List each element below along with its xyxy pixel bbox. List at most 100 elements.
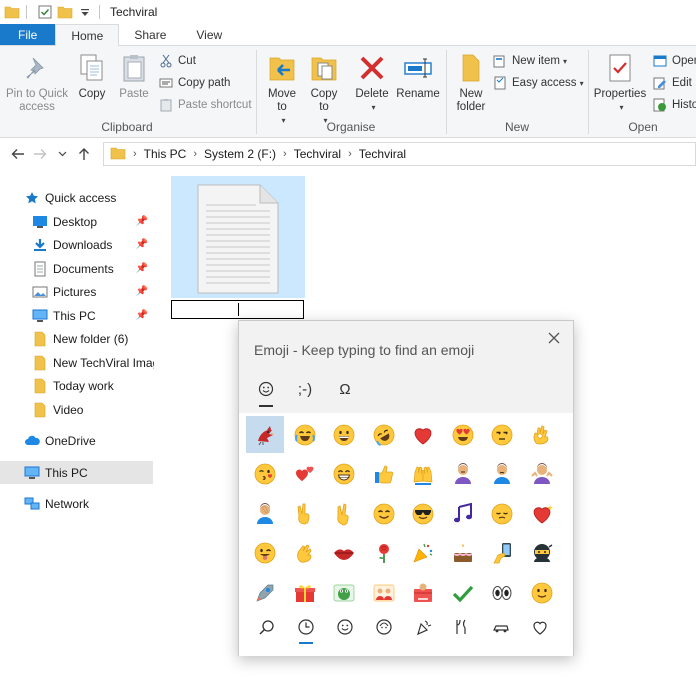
emoji-sparkling-heart[interactable] <box>523 495 561 532</box>
smiley-icon[interactable] <box>254 378 278 407</box>
emoji-music-notes[interactable] <box>444 495 482 532</box>
tab-view[interactable]: View <box>181 24 237 45</box>
emoji-family-card[interactable] <box>365 574 403 611</box>
properties-icon[interactable] <box>37 4 53 20</box>
emoji-pensive[interactable] <box>483 495 521 532</box>
nav-item-new-folder-6[interactable]: New folder (6) <box>32 327 154 350</box>
pin-icon[interactable]: 📌 <box>136 286 148 297</box>
emoji-two-hearts[interactable] <box>286 456 324 493</box>
emoji-slight-smile[interactable] <box>523 574 561 611</box>
back-arrow-icon[interactable] <box>7 143 29 165</box>
emoji-beaming[interactable] <box>325 456 363 493</box>
emoji-facepalm[interactable] <box>246 495 284 532</box>
breadcrumb-item[interactable]: System 2 (F:) <box>204 147 276 161</box>
up-arrow-icon[interactable] <box>73 143 95 165</box>
nav-item-documents[interactable]: Documents 📌 <box>32 257 154 280</box>
paste-shortcut-button[interactable]: Paste shortcut <box>158 96 252 114</box>
emoji-party-popper[interactable] <box>404 535 442 572</box>
emoji-unamused[interactable] <box>483 416 521 453</box>
history-button[interactable]: History <box>652 96 696 114</box>
new-folder-button[interactable]: New folder <box>452 52 490 114</box>
emoji-sunglasses[interactable] <box>404 495 442 532</box>
cut-button[interactable]: Cut <box>158 52 196 70</box>
edit-button[interactable]: Edit <box>652 74 692 92</box>
rename-input[interactable] <box>171 300 304 319</box>
nav-onedrive[interactable]: OneDrive <box>24 429 154 452</box>
emoji-clap[interactable] <box>286 535 324 572</box>
tab-file[interactable]: File <box>0 24 56 45</box>
emoji-rose[interactable] <box>365 535 403 572</box>
people-icon[interactable] <box>372 616 396 638</box>
breadcrumb-item[interactable]: Techviral <box>294 147 341 161</box>
copy-path-button[interactable]: Copy path <box>158 74 230 92</box>
paste-button[interactable]: Paste <box>116 52 152 101</box>
move-to-button[interactable]: Move to ▾ <box>264 52 300 127</box>
smileys-icon[interactable] <box>333 616 357 638</box>
nav-this-pc[interactable]: This PC <box>0 461 153 484</box>
customize-toolbar-icon[interactable] <box>77 4 93 20</box>
tab-home[interactable]: Home <box>55 24 120 46</box>
travel-icon[interactable] <box>489 616 513 638</box>
breadcrumb-item[interactable]: Techviral <box>359 147 406 161</box>
food-icon[interactable] <box>450 616 474 638</box>
emoji-frog-card[interactable] <box>325 574 363 611</box>
nav-item-new-techviral-images[interactable]: New TechViral Images <box>32 351 154 374</box>
pin-icon[interactable]: 📌 <box>136 239 148 250</box>
emoji-eyes[interactable] <box>483 574 521 611</box>
kaomoji-icon[interactable]: ;-) <box>293 378 317 400</box>
emoji-joy[interactable] <box>286 416 324 453</box>
open-button[interactable]: Open <box>652 52 696 70</box>
emoji-shrug[interactable] <box>523 456 561 493</box>
easy-access-button[interactable]: Easy access ▾ <box>492 74 584 92</box>
pin-icon[interactable]: 📌 <box>136 263 148 274</box>
emoji-heart[interactable] <box>404 416 442 453</box>
emoji-ok-hand[interactable] <box>523 416 561 453</box>
nav-network[interactable]: Network <box>24 492 154 515</box>
emoji-grin[interactable] <box>325 416 363 453</box>
recent-icon[interactable] <box>294 616 318 644</box>
emoji-rofl[interactable] <box>365 416 403 453</box>
new-folder-icon[interactable] <box>57 4 73 20</box>
emoji-check-mark[interactable] <box>444 574 482 611</box>
emoji-kiss[interactable] <box>246 456 284 493</box>
delete-button[interactable]: Delete ▾ <box>354 52 390 114</box>
new-item-button[interactable]: New item ▾ <box>492 52 567 70</box>
breadcrumb-item[interactable]: This PC <box>144 147 187 161</box>
nav-item-this-pc[interactable]: This PC 📌 <box>32 304 154 327</box>
properties-button[interactable]: Properties ▾ <box>592 52 648 114</box>
celebration-icon[interactable] <box>411 616 435 638</box>
emoji-cardinal[interactable] <box>246 416 284 453</box>
recent-locations-chevron-icon[interactable] <box>51 143 73 165</box>
copy-to-button[interactable]: Copy to ▾ <box>306 52 342 127</box>
pin-to-quick-access-button[interactable]: Pin to Quick access <box>4 52 70 114</box>
emoji-thumbs-up[interactable] <box>365 456 403 493</box>
emoji-person-pouting[interactable] <box>444 456 482 493</box>
nav-item-video[interactable]: Video <box>32 398 154 421</box>
heart-icon[interactable] <box>528 616 552 638</box>
pin-icon[interactable]: 📌 <box>136 310 148 321</box>
symbols-icon[interactable]: Ω <box>333 378 357 400</box>
nav-quick-access[interactable]: Quick access <box>24 186 154 209</box>
nav-item-today-work[interactable]: Today work <box>32 374 154 397</box>
nav-item-pictures[interactable]: Pictures 📌 <box>32 280 154 303</box>
emoji-present[interactable] <box>404 574 442 611</box>
nav-item-downloads[interactable]: Downloads 📌 <box>32 233 154 256</box>
pin-icon[interactable]: 📌 <box>136 216 148 227</box>
search-icon[interactable] <box>255 616 279 638</box>
tab-share[interactable]: Share <box>119 24 181 45</box>
copy-button[interactable]: Copy <box>74 52 110 101</box>
emoji-victory[interactable] <box>286 495 324 532</box>
emoji-lips[interactable] <box>325 535 363 572</box>
nav-item-desktop[interactable]: Desktop 📌 <box>32 210 154 233</box>
close-icon[interactable] <box>545 329 563 347</box>
emoji-smile[interactable] <box>365 495 403 532</box>
emoji-cake[interactable] <box>444 535 482 572</box>
rename-button[interactable]: Rename <box>396 52 440 101</box>
emoji-raised-hands[interactable] <box>404 456 442 493</box>
emoji-ninja[interactable] <box>523 535 561 572</box>
emoji-person-frowning[interactable] <box>483 456 521 493</box>
emoji-rocket-person[interactable] <box>246 574 284 611</box>
emoji-selfie[interactable] <box>483 535 521 572</box>
address-bar[interactable]: › This PC › System 2 (F:) › Techviral › … <box>103 142 696 166</box>
emoji-gift-box[interactable] <box>286 574 324 611</box>
